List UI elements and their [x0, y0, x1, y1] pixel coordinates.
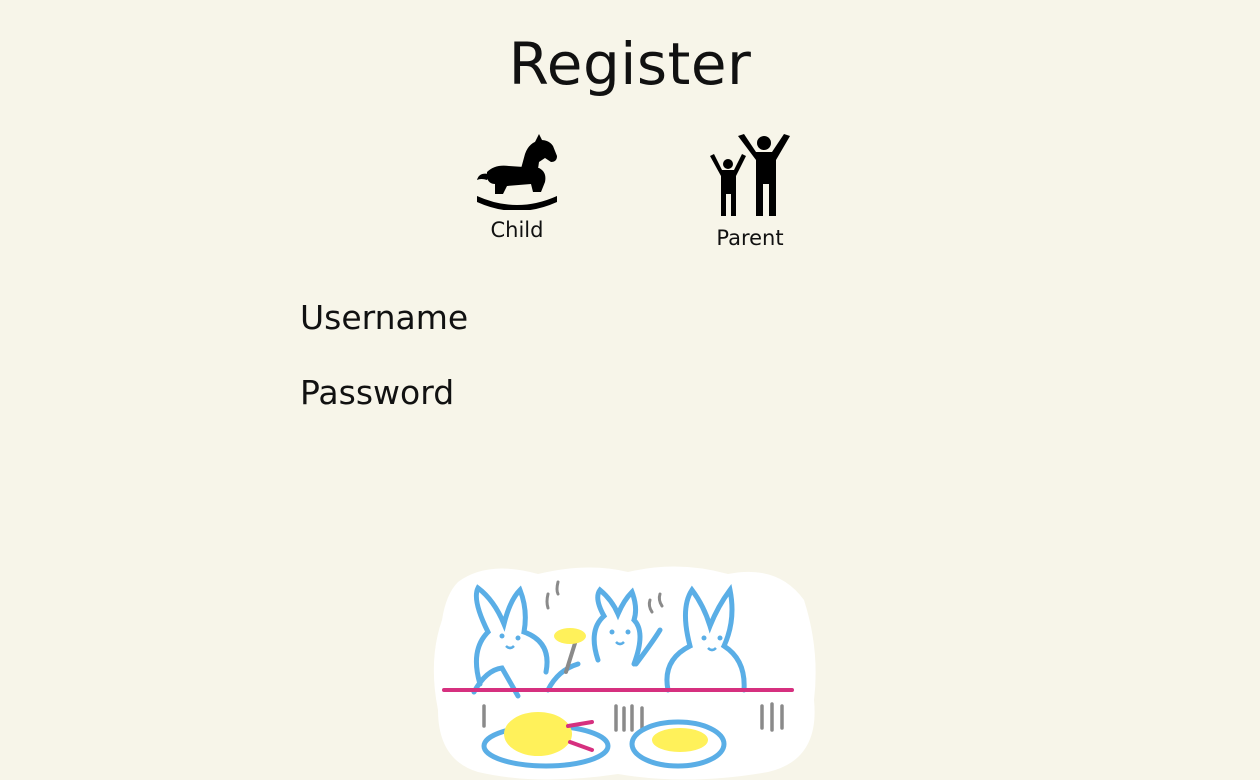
- username-input[interactable]: [488, 296, 913, 338]
- username-label: Username: [300, 297, 469, 337]
- password-input[interactable]: [474, 371, 899, 413]
- password-label: Password: [300, 372, 455, 412]
- register-page: Register Child Parent Username Password: [0, 0, 1260, 780]
- bunnies-dinner-sticker: [433, 566, 816, 780]
- role-parent-button[interactable]: Parent: [690, 132, 810, 250]
- password-row: Password: [300, 371, 899, 413]
- username-row: Username: [300, 296, 913, 338]
- role-child-button[interactable]: Child: [457, 132, 577, 242]
- role-child-label: Child: [490, 218, 544, 242]
- parent-child-icon: [710, 134, 790, 216]
- role-parent-label: Parent: [716, 226, 784, 250]
- page-title: Register: [508, 30, 752, 98]
- rocking-horse-icon: [477, 134, 557, 210]
